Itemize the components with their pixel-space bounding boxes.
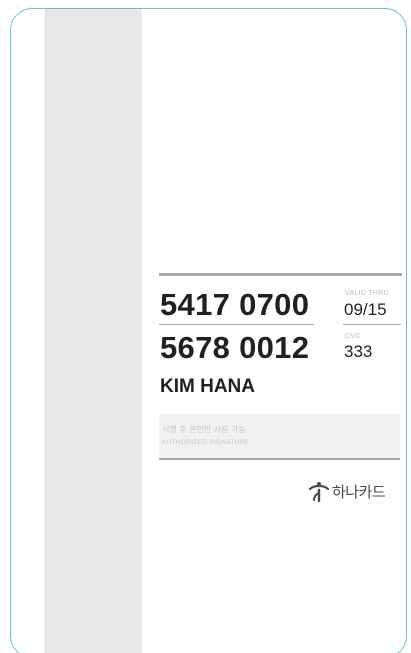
card-number-line-2: 5678 0012	[160, 330, 310, 365]
card-back: 5417 0700 5678 0012 VALID THRU 09/15 CVC…	[10, 8, 407, 653]
top-divider	[159, 273, 402, 276]
hana-logo-icon	[308, 482, 330, 503]
brand-name: 하나카드	[332, 482, 386, 501]
valid-thru-label: VALID THRU	[345, 290, 389, 297]
signature-text-en: AUTHORIZED SIGNATURE	[162, 439, 250, 446]
cvc-value: 333	[344, 342, 373, 361]
valid-thru-divider	[343, 324, 401, 325]
cvc-label: CVC	[345, 333, 361, 340]
signature-divider	[159, 458, 400, 460]
card-holder-name: KIM HANA	[160, 376, 255, 397]
card-number-line-1: 5417 0700	[160, 287, 310, 322]
magnetic-stripe	[45, 9, 142, 653]
brand-logo: 하나카드	[308, 481, 386, 503]
signature-text-kr: 서명 후 본인만 사용 가능	[162, 425, 246, 434]
signature-panel: 서명 후 본인만 사용 가능 AUTHORIZED SIGNATURE	[159, 414, 400, 458]
card-number-divider	[159, 324, 314, 325]
valid-thru-value: 09/15	[344, 300, 387, 319]
